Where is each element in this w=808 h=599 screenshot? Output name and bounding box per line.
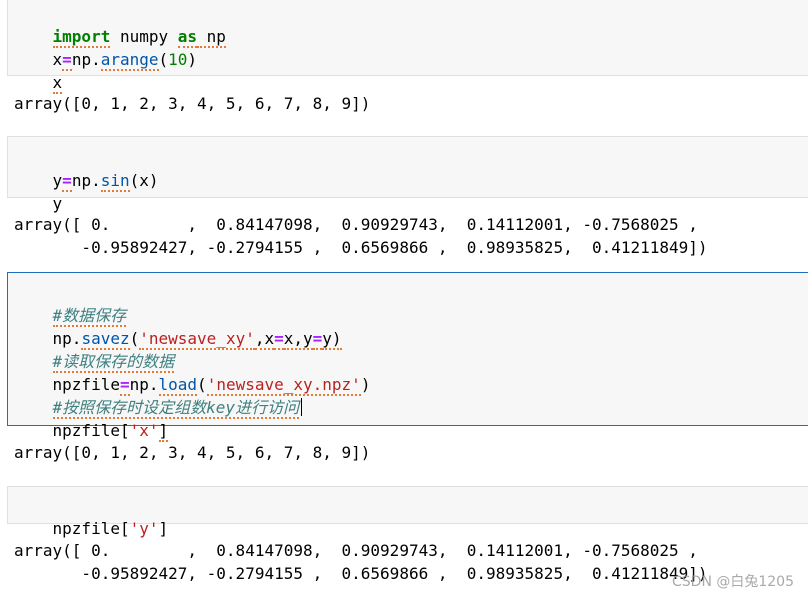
code-line: #读取保存的数据 [14,327,175,373]
code-token: ) [360,375,371,394]
code-line: npzfile['y'] [14,494,169,538]
code-line: x [14,48,63,94]
operator-token: = [62,171,72,192]
cell-output: array([ 0. , 0.84147098, 0.90929743, 0.1… [14,215,698,234]
code-token: ] [158,519,169,538]
cell-output: -0.95892427, -0.2794155 , 0.6569866 , 0.… [14,238,708,257]
string-token: 'x' [129,421,159,440]
code-line: import numpy as np [14,2,226,48]
cell-output: array([0, 1, 2, 3, 4, 5, 6, 7, 8, 9]) [14,94,371,113]
string-token: 'y' [129,519,159,538]
cell-output: array([0, 1, 2, 3, 4, 5, 6, 7, 8, 9]) [14,443,371,462]
code-token: ,x [254,329,275,350]
code-token: ] [158,421,169,442]
function-token: arange [100,50,159,71]
text-cursor [301,398,303,416]
code-line: npzfile=np.load('newsave_xy.npz') [14,350,370,396]
code-token: npzfile[ [52,421,130,440]
code-token: ) [187,50,198,69]
code-token: y) [322,329,342,350]
code-token: np. [71,50,101,69]
code-line: np.savez('newsave_xy',x=x,y=y) [14,304,342,350]
code-line: y=np.sin(x) [14,146,159,192]
code-cell-4[interactable]: npzfile['y'] [7,486,808,538]
code-token: y [52,194,63,213]
code-token: x,y [283,329,313,350]
operator-token: = [274,329,284,350]
code-token: x [52,73,63,94]
code-token: np. [71,171,101,190]
operator-token: = [312,329,323,350]
code-line: y [14,169,63,213]
code-token: np [197,27,226,48]
code-line: x=np.arange(10) [14,25,197,71]
code-line: #数据保存 [14,281,127,327]
cell-output: -0.95892427, -0.2794155 , 0.6569866 , 0.… [14,564,708,583]
code-token: (x) [129,171,159,190]
code-cell-3[interactable]: #数据保存 np.savez('newsave_xy',x=x,y=y) #读取… [7,272,808,442]
code-line: #按照保存时设定组数key进行访问 [14,373,303,419]
operator-token: = [62,50,72,71]
function-token: sin [100,171,130,192]
code-line: npzfile['x'] [14,396,169,442]
code-token: npzfile[ [52,519,130,538]
number-token: 10 [168,50,188,69]
watermark: CSDN @白兔1205 [672,574,794,590]
cell-output: array([ 0. , 0.84147098, 0.90929743, 0.1… [14,541,698,560]
code-cell-1[interactable]: import numpy as np x=np.arange(10) x [7,0,808,94]
code-cell-2[interactable]: y=np.sin(x) y [7,136,808,213]
code-token: ( [158,50,169,69]
